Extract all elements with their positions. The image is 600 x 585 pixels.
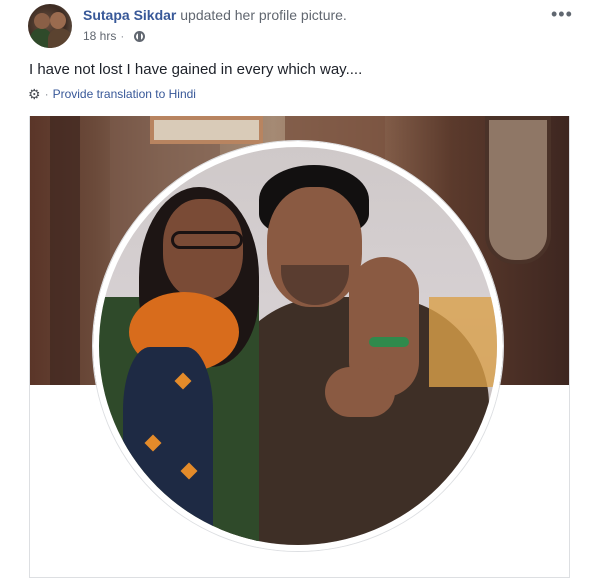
gear-icon: ⚙ [28,86,41,102]
author-name-link[interactable]: Sutapa Sikdar [83,7,176,23]
translation-separator: · [44,87,49,101]
photo-blanket [429,297,497,387]
more-options-icon[interactable]: ••• [551,4,573,25]
photo-glasses [171,231,243,249]
feed-post: Sutapa Sikdar updated her profile pictur… [0,0,600,585]
post-meta: 18 hrs · [83,29,146,43]
avatar-face-left [34,13,50,29]
meta-separator: · [120,29,125,43]
profile-picture[interactable] [93,141,503,551]
translation-row: ⚙ · Provide translation to Hindi [28,87,196,101]
post-timestamp[interactable]: 18 hrs [83,29,116,43]
author-avatar[interactable] [28,4,72,48]
post-text: I have not lost I have gained in every w… [29,61,363,78]
photo-woman-face [163,199,243,299]
post-media[interactable] [29,116,570,578]
photo-green-bangle [369,337,409,347]
post-header: Sutapa Sikdar updated her profile pictur… [83,7,347,23]
avatar-face-right [50,12,66,29]
avatar-figure-right [48,28,72,48]
globe-icon[interactable] [134,30,146,42]
photo-hand [325,367,395,417]
cover-mirror [485,116,551,264]
provide-translation-link[interactable]: Provide translation to Hindi [53,87,196,101]
photo-blue-fabric [123,347,213,545]
post-action-text: updated her profile picture. [180,7,347,23]
cover-pillar [50,116,80,385]
cover-wall-frame [150,116,263,144]
